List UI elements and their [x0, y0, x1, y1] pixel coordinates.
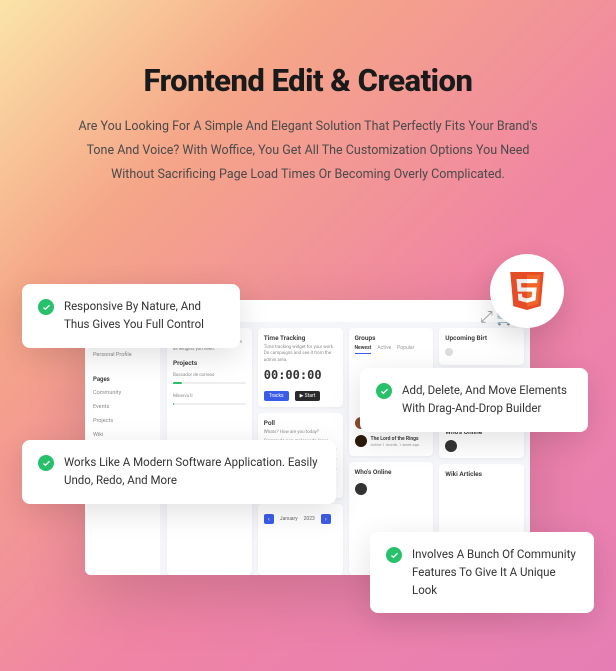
next-button[interactable]: › [321, 514, 331, 524]
month-label: January [280, 516, 298, 522]
avatar [445, 348, 453, 356]
avatar [355, 483, 367, 495]
check-icon [38, 455, 54, 471]
groups-tabs: Newest Active Popular [355, 345, 428, 354]
sidebar-item[interactable]: Personal Profile [93, 348, 152, 362]
avatar [355, 435, 367, 447]
callout-text: Responsive By Nature, And Thus Gives You… [64, 298, 224, 334]
year-label: 2023 [304, 516, 315, 522]
group-name: The Lord of the Rings [371, 436, 420, 442]
sidebar-item[interactable]: Community [93, 386, 152, 400]
project-name: Minerva II [173, 394, 246, 400]
time-widget: Time Tracking Time tracking widget for y… [258, 328, 343, 407]
time-title: Time Tracking [264, 334, 337, 342]
group-meta: Active 1 month, 1 week ago [371, 442, 420, 447]
groups-title: Groups [355, 334, 428, 342]
member-item[interactable] [355, 480, 428, 498]
avatar [445, 440, 457, 452]
prev-button[interactable]: ‹ [264, 514, 274, 524]
wiki-title: Wiki Articles [445, 470, 518, 478]
time-display: 00:00:00 [264, 368, 337, 382]
html5-badge [490, 254, 564, 328]
check-icon [38, 299, 54, 315]
tab-newest[interactable]: Newest [355, 345, 372, 354]
time-desc: Time tracking widget for your work. Do c… [264, 345, 337, 364]
callout-responsive: Responsive By Nature, And Thus Gives You… [22, 284, 240, 348]
tracks-button[interactable]: Tracks [264, 391, 289, 401]
hero-description: Are You Looking For A Simple And Elegant… [0, 99, 616, 186]
progress-bar [173, 403, 246, 405]
tab-popular[interactable]: Popular [397, 345, 414, 354]
check-icon [376, 383, 392, 399]
members-title: Who's Online [355, 468, 428, 476]
tab-active[interactable]: Active [377, 345, 391, 354]
progress-bar [173, 382, 246, 384]
upcoming-title: Upcoming Birt [445, 334, 518, 342]
projects-title: Projects [173, 359, 246, 367]
callout-drag-drop: Add, Delete, And Move Elements With Drag… [360, 368, 588, 432]
calendar-widget: ‹ January 2023 › [258, 504, 343, 575]
start-button[interactable]: ▶ Start [295, 391, 321, 401]
callout-text: Add, Delete, And Move Elements With Drag… [402, 382, 572, 418]
upcoming-widget: Upcoming Birt [439, 328, 524, 365]
expand-icon[interactable]: ⤢ [480, 307, 488, 315]
callout-community: Involves A Bunch Of Community Features T… [370, 532, 594, 613]
sidebar-section: Pages [93, 376, 152, 383]
birthday-item [445, 345, 518, 359]
callout-text: Involves A Bunch Of Community Features T… [412, 546, 578, 599]
callout-undo-redo: Works Like A Modern Software Application… [22, 440, 336, 504]
sidebar-item[interactable]: Projects [93, 414, 152, 428]
group-item[interactable]: The Lord of the Rings Active 1 month, 1 … [355, 432, 428, 450]
project-name: Buscador de correos [173, 373, 246, 379]
check-icon [386, 547, 402, 563]
poll-title: Poll [264, 419, 337, 427]
callout-text: Works Like A Modern Software Application… [64, 454, 320, 490]
html5-icon [508, 272, 546, 310]
poll-question: Whats? How are you today? [264, 430, 337, 436]
sidebar-item[interactable]: Events [93, 400, 152, 414]
hero-title: Frontend Edit & Creation [0, 0, 616, 99]
